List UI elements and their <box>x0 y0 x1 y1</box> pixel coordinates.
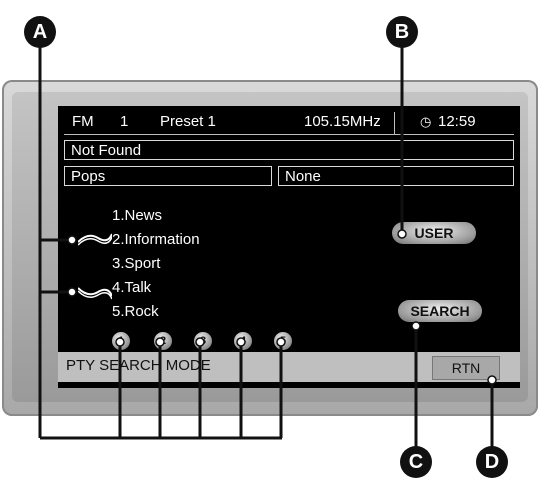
callout-a: A <box>24 16 56 48</box>
callout-leader-lines <box>38 44 497 450</box>
callout-c: C <box>400 446 432 478</box>
callout-b: B <box>386 16 418 48</box>
callout-d: D <box>476 446 508 478</box>
